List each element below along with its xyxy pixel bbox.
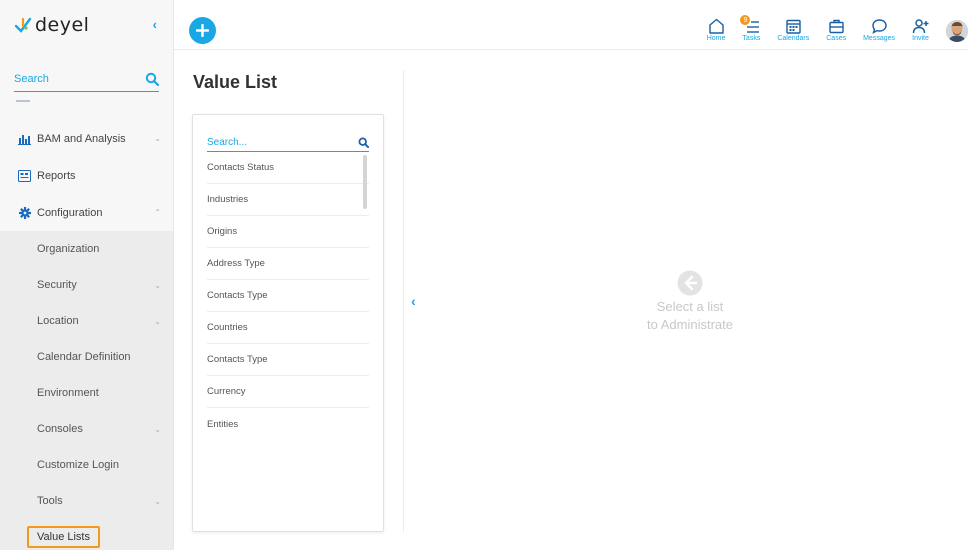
nav-label: Cases bbox=[826, 35, 847, 42]
sidebar-subitem-value-lists[interactable]: Value Lists bbox=[0, 519, 173, 550]
list-item[interactable]: Industries bbox=[207, 184, 369, 216]
list-item[interactable]: Entities bbox=[207, 408, 369, 440]
nav-label: Messages bbox=[863, 35, 895, 42]
sidebar-subitem-tools[interactable]: Tools ⌄ bbox=[0, 483, 173, 519]
logo-text: deyel bbox=[35, 14, 90, 36]
collapse-sidebar-button[interactable]: ‹ bbox=[153, 17, 157, 32]
empty-state-line1: Select a list bbox=[656, 299, 724, 314]
top-bar: Home 9 Tasks Calendars Cases Messages In… bbox=[174, 0, 968, 50]
nav-label: Invite bbox=[912, 35, 929, 42]
sidebar-search-placeholder: Search bbox=[14, 72, 49, 85]
list-scrollbar[interactable] bbox=[363, 155, 367, 209]
sidebar-item-configuration[interactable]: Configuration ⌃ bbox=[0, 194, 173, 231]
sidebar-subitem-location[interactable]: Location ⌄ bbox=[0, 303, 173, 339]
list-item[interactable]: Contacts Type bbox=[207, 280, 369, 312]
sidebar-subitem-label: Calendar Definition bbox=[37, 351, 131, 363]
sidebar-item-bam-analysis[interactable]: BAM and Analysis ⌄ bbox=[0, 120, 173, 157]
sidebar-item-reports[interactable]: Reports bbox=[0, 157, 173, 194]
value-list-panel: Search... Contacts Status Industries Ori… bbox=[192, 114, 384, 532]
calendar-icon bbox=[786, 19, 801, 34]
nav-cases[interactable]: Cases bbox=[826, 18, 846, 42]
list-item[interactable]: Countries bbox=[207, 312, 369, 344]
sidebar-search-input[interactable]: Search bbox=[14, 66, 159, 92]
sidebar-subitem-customize-login[interactable]: Customize Login bbox=[0, 447, 173, 483]
sidebar-subitem-security[interactable]: Security ⌄ bbox=[0, 267, 173, 303]
sidebar-scrolled-item bbox=[16, 100, 30, 120]
nav-calendars[interactable]: Calendars bbox=[777, 18, 809, 42]
invite-icon bbox=[912, 19, 929, 34]
nav-messages[interactable]: Messages bbox=[863, 18, 895, 42]
list-item[interactable]: Currency bbox=[207, 376, 369, 408]
sidebar-subitem-consoles[interactable]: Consoles ⌄ bbox=[0, 411, 173, 447]
chevron-down-icon: ⌄ bbox=[154, 425, 161, 434]
chevron-down-icon: ⌄ bbox=[154, 134, 161, 143]
arrow-left-circle-icon bbox=[677, 270, 703, 296]
search-icon[interactable] bbox=[358, 137, 369, 148]
sidebar-subitem-label: Environment bbox=[37, 387, 99, 399]
report-icon bbox=[18, 169, 31, 182]
sidebar-subitem-organization[interactable]: Organization bbox=[0, 231, 173, 267]
bar-chart-icon bbox=[18, 132, 31, 145]
chevron-down-icon: ⌄ bbox=[154, 497, 161, 506]
nav-label: Calendars bbox=[777, 35, 810, 42]
top-nav: Home 9 Tasks Calendars Cases Messages In… bbox=[707, 0, 968, 50]
list-item[interactable]: Contacts Type bbox=[207, 344, 369, 376]
sidebar-subitem-label: Organization bbox=[37, 243, 100, 255]
page-title: Value List bbox=[193, 72, 278, 92]
user-photo bbox=[946, 20, 968, 42]
sidebar-item-label: Configuration bbox=[37, 206, 103, 219]
sidebar: deyel ‹ Search BAM and Analysis ⌄ Report… bbox=[0, 0, 174, 550]
nav-home[interactable]: Home bbox=[706, 18, 726, 42]
nav-label: Tasks bbox=[742, 35, 761, 42]
message-icon bbox=[871, 19, 887, 34]
nav-invite[interactable]: Invite bbox=[912, 18, 929, 42]
sidebar-subitem-label: Consoles bbox=[37, 423, 83, 435]
nav-tasks[interactable]: 9 Tasks bbox=[740, 15, 761, 42]
nav-label: Home bbox=[706, 35, 726, 42]
sidebar-subitem-calendar-definition[interactable]: Calendar Definition bbox=[0, 339, 173, 375]
list-item[interactable]: Origins bbox=[207, 216, 369, 248]
empty-state: Select a list to Administrate bbox=[630, 270, 750, 334]
sidebar-subitem-label: Tools bbox=[37, 495, 63, 507]
collapse-panel-button[interactable]: ‹ bbox=[411, 293, 416, 309]
sidebar-subitem-label: Security bbox=[37, 279, 77, 291]
list-item[interactable]: Contacts Status bbox=[207, 152, 369, 184]
add-button[interactable] bbox=[189, 17, 216, 44]
sidebar-subitem-label: Value Lists bbox=[27, 526, 100, 548]
value-list: Contacts Status Industries Origins Addre… bbox=[207, 152, 369, 440]
sidebar-subitem-label: Location bbox=[37, 315, 79, 327]
sidebar-item-label: BAM and Analysis bbox=[37, 132, 126, 145]
sidebar-subitem-label: Customize Login bbox=[37, 459, 119, 471]
sidebar-item-label: Reports bbox=[37, 169, 76, 182]
search-icon[interactable] bbox=[145, 72, 159, 86]
gear-icon bbox=[18, 206, 31, 219]
chevron-up-icon: ⌃ bbox=[154, 208, 161, 217]
home-icon bbox=[708, 18, 724, 34]
chevron-down-icon: ⌄ bbox=[154, 317, 161, 326]
list-search-placeholder: Search... bbox=[207, 136, 248, 148]
panel-divider bbox=[403, 70, 404, 532]
deyel-logo[interactable]: deyel bbox=[14, 14, 89, 36]
brand: deyel ‹ bbox=[0, 0, 173, 50]
chevron-down-icon: ⌄ bbox=[154, 281, 161, 290]
list-item[interactable]: Address Type bbox=[207, 248, 369, 280]
avatar[interactable] bbox=[946, 20, 968, 42]
logo-mark-icon bbox=[14, 17, 32, 33]
plus-icon bbox=[196, 24, 209, 37]
briefcase-icon bbox=[828, 19, 844, 34]
list-search-input[interactable]: Search... bbox=[207, 133, 369, 152]
empty-state-line2: to Administrate bbox=[647, 317, 733, 332]
sidebar-subitem-environment[interactable]: Environment bbox=[0, 375, 173, 411]
